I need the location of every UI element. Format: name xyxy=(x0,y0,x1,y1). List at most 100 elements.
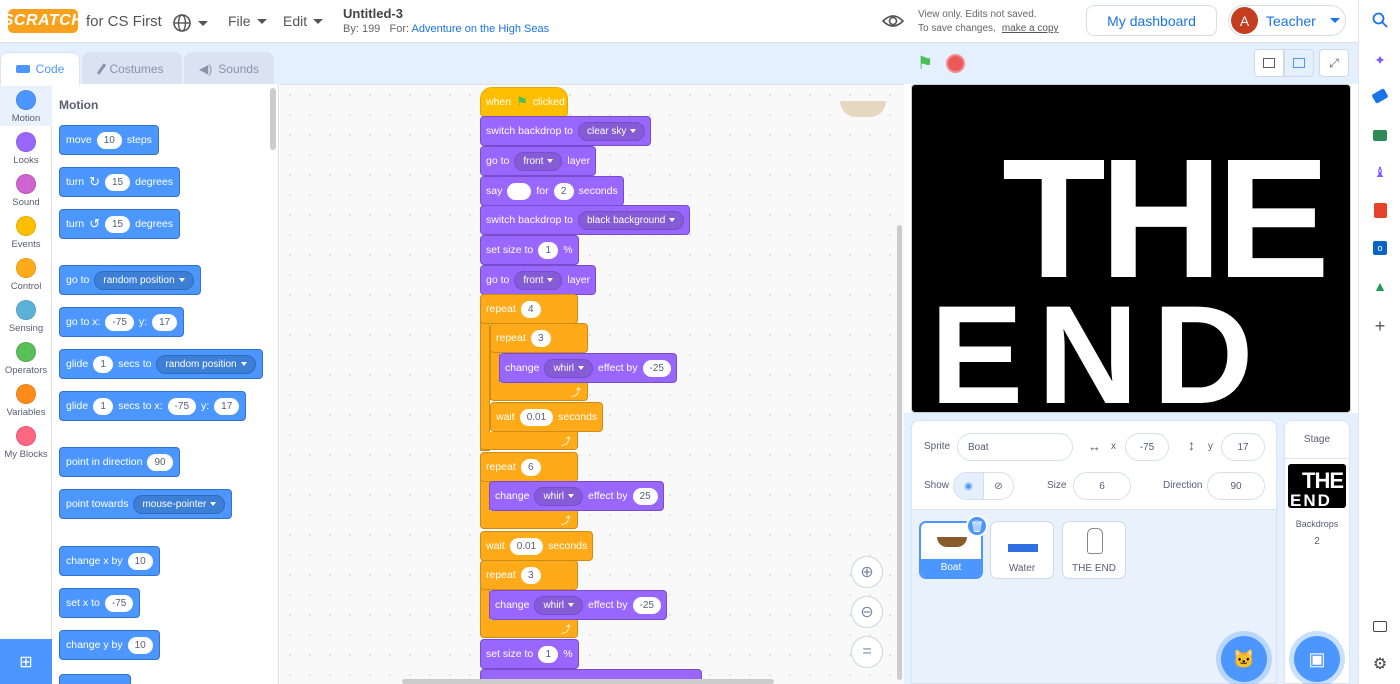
block-repeat[interactable]: repeat 6 xyxy=(480,452,578,482)
add-icon[interactable]: + xyxy=(1370,316,1390,336)
small-stage-button[interactable] xyxy=(1254,49,1284,77)
x-input[interactable]: -75 xyxy=(104,594,134,612)
delete-sprite-button[interactable]: 🗑 xyxy=(966,515,988,537)
chess-icon[interactable]: ♝ xyxy=(1370,162,1390,182)
times-input[interactable]: 3 xyxy=(520,566,541,584)
times-input[interactable]: 4 xyxy=(520,300,541,318)
tag-icon[interactable] xyxy=(1370,86,1390,106)
block-set-size[interactable]: set size to 1 % xyxy=(480,235,579,265)
target-dropdown[interactable]: random position xyxy=(94,270,194,290)
stop-button[interactable] xyxy=(946,54,965,73)
sprite-thumb-water[interactable]: Water xyxy=(990,521,1054,579)
degrees-input[interactable]: 15 xyxy=(105,215,131,233)
settings-gear-icon[interactable]: ⚙ xyxy=(1370,654,1390,674)
my-dashboard-button[interactable]: My dashboard xyxy=(1086,5,1217,36)
y-input[interactable]: 17 xyxy=(214,397,240,415)
effect-input[interactable]: 25 xyxy=(632,487,658,505)
direction-input[interactable]: 90 xyxy=(1207,472,1265,500)
block-change-effect[interactable]: change whirl effect by -25 xyxy=(499,353,677,383)
block-when-flag-clicked[interactable]: when ⚑ clicked xyxy=(480,87,568,117)
project-title[interactable]: Untitled-3 xyxy=(343,6,403,21)
tab-code[interactable]: Code xyxy=(0,52,80,85)
stage-canvas[interactable]: THE END xyxy=(911,84,1351,413)
block-repeat[interactable]: repeat 4 xyxy=(480,294,578,324)
script-area[interactable]: when ⚑ clicked switch backdrop to clear … xyxy=(280,84,904,684)
block-glide[interactable]: glide 1 secs to random position xyxy=(59,349,263,379)
sprite-thumb-the-end[interactable]: THE END xyxy=(1062,521,1126,579)
size-input[interactable]: 6 xyxy=(1073,472,1131,500)
tree-icon[interactable]: ▲ xyxy=(1370,276,1390,296)
category-variables[interactable]: Variables xyxy=(0,384,52,418)
block-wait[interactable]: wait 0.01 seconds xyxy=(490,402,604,432)
activity-link[interactable]: Adventure on the High Seas xyxy=(412,23,550,35)
fullscreen-button[interactable]: ⤢ xyxy=(1319,49,1349,77)
office-icon[interactable] xyxy=(1370,200,1390,220)
palette-scrollbar[interactable] xyxy=(270,88,276,150)
tab-costumes[interactable]: Costumes xyxy=(82,52,182,85)
block-set-size[interactable]: set size to 1 % xyxy=(480,639,579,669)
category-sound[interactable]: Sound xyxy=(0,174,52,208)
layer-dropdown[interactable]: front xyxy=(514,151,563,171)
effect-input[interactable]: -25 xyxy=(632,596,661,614)
block-point-towards[interactable]: point towards mouse-pointer xyxy=(59,489,233,519)
toolbox-icon[interactable] xyxy=(1370,125,1390,145)
category-motion[interactable]: Motion xyxy=(0,86,52,126)
block-go-to-xy[interactable]: go to x: -75 y: 17 xyxy=(59,307,185,337)
block-turn-right[interactable]: turn ↻ 15 degrees xyxy=(59,167,181,197)
secs-input[interactable]: 0.01 xyxy=(519,408,554,426)
zoom-reset-button[interactable]: = xyxy=(851,636,883,668)
language-menu[interactable] xyxy=(172,13,208,33)
tab-sounds[interactable]: ◀) Sounds xyxy=(184,52,274,85)
add-extension-button[interactable]: ⊞ xyxy=(0,639,52,684)
block-repeat[interactable]: repeat 3 xyxy=(480,560,578,590)
x-input[interactable]: -75 xyxy=(105,313,134,331)
direction-input[interactable]: 90 xyxy=(147,453,173,471)
secs-input[interactable]: 0.01 xyxy=(509,537,544,555)
secs-input[interactable]: 1 xyxy=(93,355,114,373)
choose-backdrop-button[interactable]: ▣ xyxy=(1294,636,1340,682)
block-point-in-direction[interactable]: point in direction 90 xyxy=(59,447,180,477)
block-turn-left[interactable]: turn ↺ 15 degrees xyxy=(59,209,181,239)
block-go-to-layer[interactable]: go to front layer xyxy=(480,146,597,176)
x-input[interactable]: -75 xyxy=(167,397,196,415)
block-set-x[interactable]: set x to -75 xyxy=(59,588,141,618)
block-glide-xy[interactable]: glide 1 secs to x: -75 y: 17 xyxy=(59,391,247,421)
choose-sprite-button[interactable]: 🐱 xyxy=(1221,636,1267,682)
sprite-name-input[interactable]: Boat xyxy=(957,433,1073,461)
category-control[interactable]: Control xyxy=(0,258,52,292)
degrees-input[interactable]: 15 xyxy=(105,173,131,191)
edit-menu[interactable]: Edit xyxy=(283,13,324,29)
size-input[interactable]: 1 xyxy=(538,645,559,663)
y-input[interactable]: 17 xyxy=(152,313,178,331)
category-events[interactable]: Events xyxy=(0,216,52,250)
secs-input[interactable]: 2 xyxy=(553,182,574,200)
green-flag-button[interactable]: ⚑ xyxy=(917,53,933,74)
category-operators[interactable]: Operators xyxy=(0,342,52,376)
size-input[interactable]: 1 xyxy=(538,241,559,259)
category-looks[interactable]: Looks xyxy=(0,132,52,166)
sparkle-icon[interactable]: ✦ xyxy=(1370,50,1390,70)
y-input[interactable]: 17 xyxy=(1221,433,1265,461)
block-move-steps[interactable]: move 10 steps xyxy=(59,125,159,155)
block-set-y[interactable] xyxy=(59,674,131,684)
outlook-icon[interactable]: o xyxy=(1370,238,1390,258)
zoom-in-button[interactable]: ⊕ xyxy=(851,556,883,588)
effect-dropdown[interactable]: whirl xyxy=(544,358,594,378)
sidebar-toggle-icon[interactable] xyxy=(1370,616,1390,636)
script-vscrollbar[interactable] xyxy=(897,225,902,680)
block-say-for-secs[interactable]: say for 2 seconds xyxy=(480,176,624,206)
backdrop-dropdown[interactable]: black background xyxy=(577,210,685,230)
effect-dropdown[interactable]: whirl xyxy=(534,486,584,506)
large-stage-button[interactable] xyxy=(1284,49,1314,77)
file-menu[interactable]: File xyxy=(228,13,267,29)
block-change-y[interactable]: change y by 10 xyxy=(59,630,160,660)
block-switch-backdrop[interactable]: switch backdrop to black background xyxy=(480,205,691,235)
script-hscrollbar[interactable] xyxy=(402,679,774,684)
steps-input[interactable]: 10 xyxy=(96,131,122,149)
category-sensing[interactable]: Sensing xyxy=(0,300,52,334)
block-change-x[interactable]: change x by 10 xyxy=(59,546,160,576)
block-change-effect[interactable]: change whirl effect by -25 xyxy=(489,590,667,620)
account-menu[interactable]: A Teacher xyxy=(1228,5,1346,36)
times-input[interactable]: 6 xyxy=(520,458,541,476)
show-hidden-button[interactable]: ⊘ xyxy=(983,472,1014,500)
